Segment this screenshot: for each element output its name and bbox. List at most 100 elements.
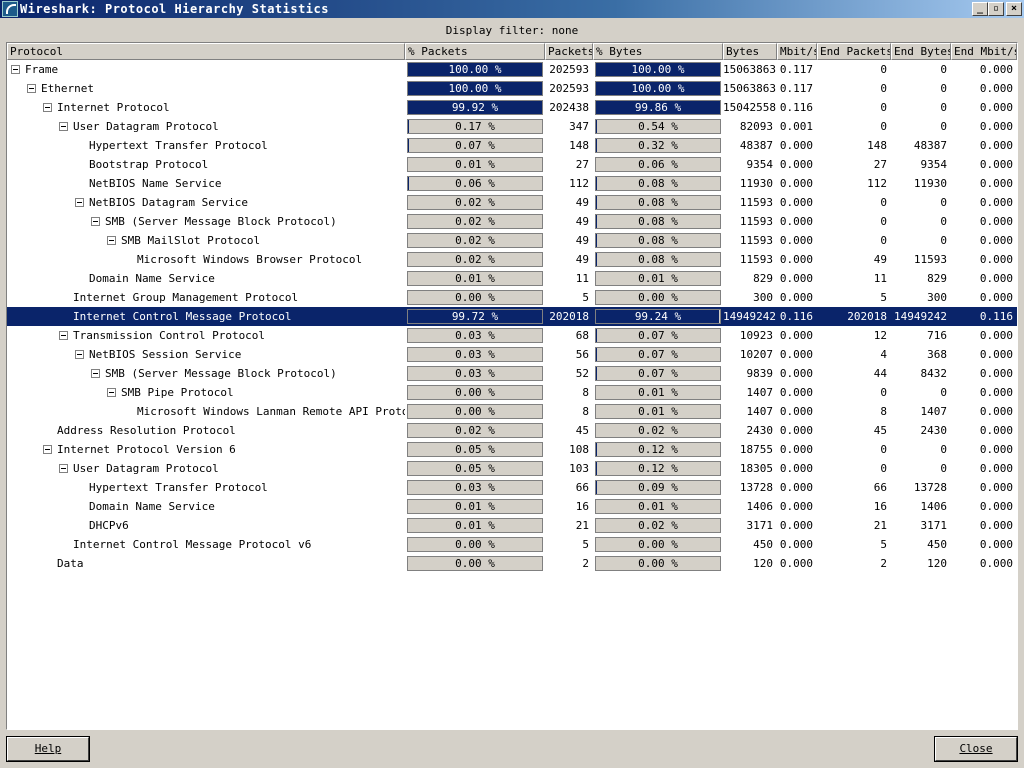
pct-bytes-bar-label: 99.86 % bbox=[634, 101, 682, 114]
collapse-minus-icon[interactable] bbox=[59, 464, 68, 473]
protocol-cell: Bootstrap Protocol bbox=[7, 155, 405, 174]
table-row[interactable]: NetBIOS Name Service 0.06 % 0.08 % 112 11930… bbox=[7, 174, 1017, 193]
collapse-minus-icon[interactable] bbox=[91, 369, 100, 378]
collapse-minus-icon[interactable] bbox=[91, 217, 100, 226]
protocol-cell: Transmission Control Protocol bbox=[7, 326, 405, 345]
pct-packets-bar: 0.00 % bbox=[407, 404, 543, 419]
end-bytes-cell: 9354 bbox=[920, 158, 948, 171]
maximize-icon[interactable]: ▫ bbox=[988, 2, 1004, 16]
collapse-minus-icon[interactable] bbox=[43, 103, 52, 112]
protocol-hierarchy-table[interactable]: Protocol% Packets Packets% Bytes Bytes Mbit… bbox=[6, 42, 1018, 730]
collapse-minus-icon[interactable] bbox=[107, 236, 116, 245]
mbit-cell: 0.000 bbox=[779, 348, 813, 361]
protocol-cell: Ethernet bbox=[7, 79, 405, 98]
bytes-cell: 829 bbox=[753, 272, 773, 285]
table-row[interactable]: User Datagram Protocol 0.17 % 0.54 % 347 820… bbox=[7, 117, 1017, 136]
protocol-cell: NetBIOS Session Service bbox=[7, 345, 405, 364]
pct-packets-bar-label: 0.03 % bbox=[455, 367, 495, 380]
col-end-packets-header[interactable]: End Packets bbox=[817, 43, 891, 60]
table-row[interactable]: Bootstrap Protocol 0.01 % 0.06 % 27 9354 0.00… bbox=[7, 155, 1017, 174]
pct-packets-bar-label: 0.00 % bbox=[455, 538, 495, 551]
table-row[interactable]: Domain Name Service 0.01 % 0.01 % 16 1406 0.0… bbox=[7, 497, 1017, 516]
col-pct-bytes-header[interactable]: % Bytes bbox=[593, 43, 723, 60]
table-row[interactable]: SMB MailSlot Protocol 0.02 % 0.08 % 49 11593… bbox=[7, 231, 1017, 250]
table-row[interactable]: Internet Protocol Version 6 0.05 % 0.12 % 1… bbox=[7, 440, 1017, 459]
pct-bytes-bar: 0.01 % bbox=[595, 499, 721, 514]
table-row[interactable]: User Datagram Protocol 0.05 % 0.12 % 103 183… bbox=[7, 459, 1017, 478]
pct-bytes-bar-label: 0.07 % bbox=[638, 329, 678, 342]
col-end-mbit-header[interactable]: End Mbit/s bbox=[951, 43, 1017, 60]
mbit-cell: 0.000 bbox=[779, 500, 813, 513]
pct-packets-bar: 0.05 % bbox=[407, 442, 543, 457]
end-mbit-cell: 0.000 bbox=[979, 367, 1013, 380]
table-row[interactable]: Hypertext Transfer Protocol 0.03 % 0.09 % 6… bbox=[7, 478, 1017, 497]
pct-packets-bar-label: 0.01 % bbox=[455, 272, 495, 285]
table-row[interactable]: Domain Name Service 0.01 % 0.01 % 11 829 0.00… bbox=[7, 269, 1017, 288]
table-row[interactable]: Ethernet 100.00 % 100.00 % 202593 15063863 0.… bbox=[7, 79, 1017, 98]
table-row[interactable]: Transmission Control Protocol 0.03 % 0.07 … bbox=[7, 326, 1017, 345]
table-row[interactable]: SMB Pipe Protocol 0.00 % 0.01 % 8 1407 0.000 0… bbox=[7, 383, 1017, 402]
end-packets-cell: 0 bbox=[880, 82, 887, 95]
end-mbit-cell: 0.000 bbox=[979, 348, 1013, 361]
end-bytes-cell: 829 bbox=[927, 272, 947, 285]
close-icon[interactable]: × bbox=[1006, 2, 1022, 16]
protocol-cell: NetBIOS Datagram Service bbox=[7, 193, 405, 212]
pct-bytes-bar-label: 0.00 % bbox=[638, 538, 678, 551]
close-button[interactable]: Close bbox=[934, 736, 1018, 762]
packets-cell: 49 bbox=[575, 253, 589, 266]
table-row[interactable]: Microsoft Windows Browser Protocol 0.02 %… bbox=[7, 250, 1017, 269]
bytes-cell: 9354 bbox=[746, 158, 774, 171]
table-row[interactable]: Internet Control Message Protocol v6 0.00… bbox=[7, 535, 1017, 554]
table-row[interactable]: Internet Control Message Protocol 99.72 %… bbox=[7, 307, 1017, 326]
col-end-bytes-header[interactable]: End Bytes bbox=[891, 43, 951, 60]
collapse-minus-icon[interactable] bbox=[107, 388, 116, 397]
table-row[interactable]: Hypertext Transfer Protocol 0.07 % 0.32 % 1… bbox=[7, 136, 1017, 155]
protocol-name: Data bbox=[57, 557, 84, 570]
protocol-cell: NetBIOS Name Service bbox=[7, 174, 405, 193]
collapse-minus-icon[interactable] bbox=[75, 198, 84, 207]
pct-bytes-bar: 0.08 % bbox=[595, 233, 721, 248]
end-bytes-cell: 0 bbox=[940, 462, 947, 475]
table-row[interactable]: Internet Protocol 99.92 % 99.86 % 202438 150… bbox=[7, 98, 1017, 117]
table-row[interactable]: SMB (Server Message Block Protocol) 0.03 … bbox=[7, 364, 1017, 383]
pct-packets-bar: 0.02 % bbox=[407, 195, 543, 210]
collapse-minus-icon[interactable] bbox=[27, 84, 36, 93]
pct-bytes-bar-label: 0.02 % bbox=[638, 424, 678, 437]
packets-cell: 45 bbox=[575, 424, 589, 437]
table-row[interactable]: NetBIOS Session Service 0.03 % 0.07 % 56 102… bbox=[7, 345, 1017, 364]
protocol-cell: Microsoft Windows Browser Protocol bbox=[7, 250, 405, 269]
end-mbit-cell: 0.000 bbox=[979, 443, 1013, 456]
packets-cell: 148 bbox=[569, 139, 589, 152]
col-packets-header[interactable]: Packets bbox=[545, 43, 593, 60]
protocol-name: Transmission Control Protocol bbox=[73, 329, 266, 342]
collapse-minus-icon[interactable] bbox=[59, 331, 68, 340]
collapse-minus-icon[interactable] bbox=[59, 122, 68, 131]
end-packets-cell: 8 bbox=[880, 405, 887, 418]
table-row[interactable]: Microsoft Windows Lanman Remote API Prot… bbox=[7, 402, 1017, 421]
table-row[interactable]: SMB (Server Message Block Protocol) 0.02 … bbox=[7, 212, 1017, 231]
pct-bytes-bar-label: 0.07 % bbox=[638, 367, 678, 380]
table-row[interactable]: Internet Group Management Protocol 0.00 %… bbox=[7, 288, 1017, 307]
collapse-minus-icon[interactable] bbox=[11, 65, 20, 74]
col-bytes-header[interactable]: Bytes bbox=[723, 43, 777, 60]
protocol-cell: Data bbox=[7, 554, 405, 573]
table-row[interactable]: Frame 100.00 % 100.00 % 202593 15063863 0.117… bbox=[7, 60, 1017, 79]
pct-packets-bar: 100.00 % bbox=[407, 62, 543, 77]
table-row[interactable]: NetBIOS Datagram Service 0.02 % 0.08 % 49 11… bbox=[7, 193, 1017, 212]
minimize-icon[interactable]: _ bbox=[972, 2, 988, 16]
col-protocol-header[interactable]: Protocol bbox=[7, 43, 405, 60]
col-pct-packets-header[interactable]: % Packets bbox=[405, 43, 545, 60]
help-button[interactable]: Help bbox=[6, 736, 90, 762]
mbit-cell: 0.000 bbox=[779, 386, 813, 399]
protocol-name: SMB Pipe Protocol bbox=[121, 386, 234, 399]
table-row[interactable]: DHCPv6 0.01 % 0.02 % 21 3171 0.000 21 3171 0.000 bbox=[7, 516, 1017, 535]
collapse-minus-icon[interactable] bbox=[43, 445, 52, 454]
table-row[interactable]: Data 0.00 % 0.00 % 2 120 0.000 2 120 0.000 bbox=[7, 554, 1017, 573]
table-row[interactable]: Address Resolution Protocol 0.02 % 0.02 % 4… bbox=[7, 421, 1017, 440]
collapse-minus-icon[interactable] bbox=[75, 350, 84, 359]
mbit-cell: 0.000 bbox=[779, 481, 813, 494]
col-mbit-header[interactable]: Mbit/s bbox=[777, 43, 817, 60]
pct-bytes-bar: 0.08 % bbox=[595, 195, 721, 210]
pct-packets-bar-label: 100.00 % bbox=[448, 82, 502, 95]
bytes-cell: 13728 bbox=[739, 481, 773, 494]
